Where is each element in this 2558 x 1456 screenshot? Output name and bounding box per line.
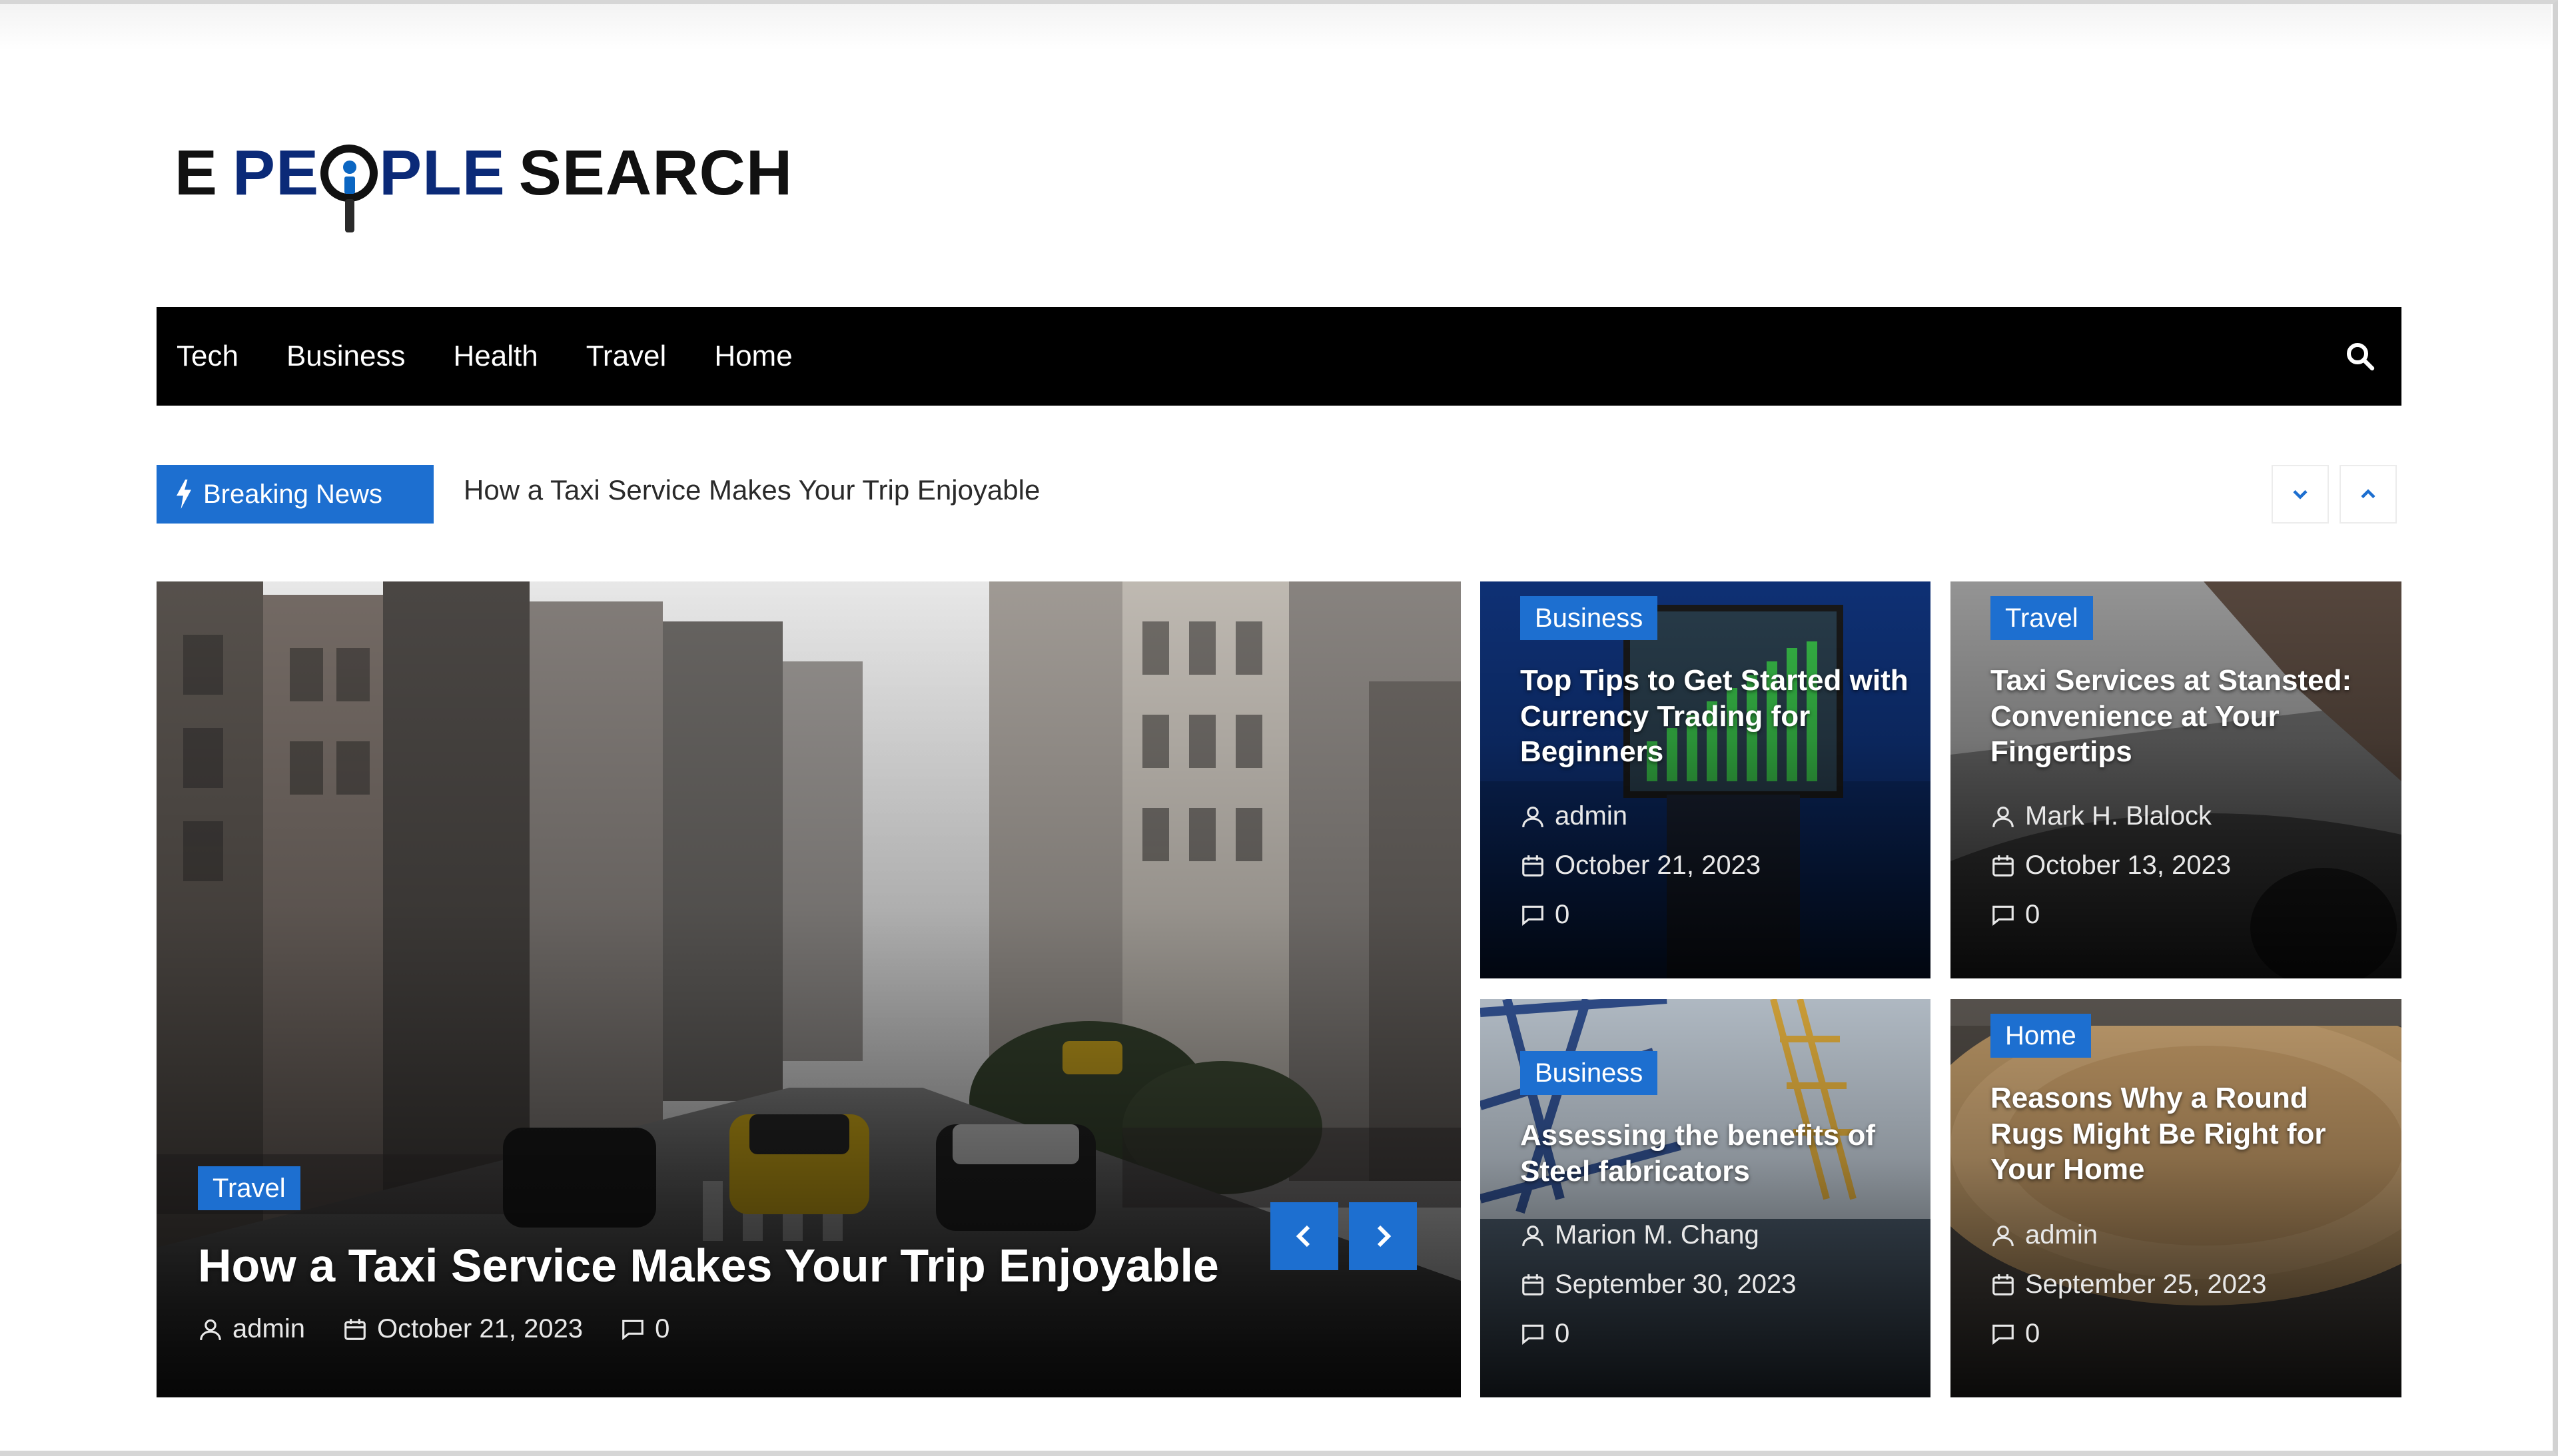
post-comments-row: 0: [1990, 1319, 2040, 1349]
post-date-row: October 13, 2023: [1990, 851, 2231, 881]
calendar-icon: [1992, 855, 2014, 877]
ticker-down-button[interactable]: [2272, 465, 2329, 524]
comment-icon: [1992, 1324, 2014, 1345]
magnifier-person-icon: [320, 145, 378, 232]
nav-item-travel[interactable]: Travel: [586, 340, 667, 373]
post-comments-row: 0: [1520, 1319, 1569, 1349]
post-author-row: Mark H. Blalock: [1990, 801, 2212, 831]
category-badge[interactable]: Business: [1520, 596, 1658, 640]
post-comments-row: 0: [1990, 900, 2040, 930]
logo-text-e: E: [175, 137, 218, 208]
comment-icon: [1522, 905, 1543, 926]
nav-item-tech[interactable]: Tech: [177, 340, 238, 373]
user-icon: [1522, 1225, 1543, 1246]
post-date[interactable]: September 30, 2023: [1555, 1270, 1796, 1299]
logo-text-people: PE PLE: [232, 137, 506, 232]
post-card[interactable]: Travel Taxi Services at Stansted: Conven…: [1950, 581, 2401, 978]
comment-icon: [1522, 1324, 1543, 1345]
post-author[interactable]: admin: [1555, 801, 1627, 831]
post-comments-row: 0: [1520, 900, 1569, 930]
post-date[interactable]: October 21, 2023: [1555, 851, 1761, 881]
user-icon: [1522, 806, 1543, 827]
top-shade: [0, 4, 2551, 51]
category-badge[interactable]: Home: [1990, 1014, 2091, 1058]
post-card[interactable]: Business Assessing the benefits of Steel…: [1480, 999, 1930, 1397]
post-title[interactable]: Taxi Services at Stansted: Convenience a…: [1990, 663, 2390, 770]
nav-item-business[interactable]: Business: [286, 340, 406, 373]
main-nav: Tech Business Health Travel Home: [157, 307, 2401, 406]
featured-post-title[interactable]: How a Taxi Service Makes Your Trip Enjoy…: [198, 1238, 1397, 1294]
breaking-news-headline[interactable]: How a Taxi Service Makes Your Trip Enjoy…: [464, 474, 1040, 506]
post-date[interactable]: October 21, 2023: [377, 1314, 583, 1344]
comment-icon: [1992, 905, 2014, 926]
featured-post-card[interactable]: Travel How a Taxi Service Makes Your Tri…: [157, 581, 1461, 1397]
post-author-row: admin: [1520, 801, 1627, 831]
featured-post-meta: admin October 21, 2023 0: [198, 1314, 669, 1344]
post-author[interactable]: admin: [232, 1314, 305, 1344]
post-author[interactable]: Marion M. Chang: [1555, 1220, 1759, 1250]
nav-item-home[interactable]: Home: [714, 340, 792, 373]
post-comments[interactable]: 0: [1555, 1319, 1569, 1349]
post-date-row: September 30, 2023: [1520, 1270, 1796, 1299]
post-date[interactable]: October 13, 2023: [2025, 851, 2231, 881]
post-card[interactable]: Business Top Tips to Get Started with Cu…: [1480, 581, 1930, 978]
post-title[interactable]: Assessing the benefits of Steel fabricat…: [1520, 1118, 1913, 1189]
user-icon: [1992, 806, 2014, 827]
post-date-row: September 25, 2023: [1990, 1270, 2266, 1299]
post-comments[interactable]: 0: [1555, 900, 1569, 930]
post-date[interactable]: September 25, 2023: [2025, 1270, 2266, 1299]
category-badge[interactable]: Business: [1520, 1051, 1658, 1095]
logo-text-pe: PE: [232, 137, 320, 208]
user-icon: [1992, 1225, 2014, 1246]
post-comments[interactable]: 0: [655, 1314, 669, 1344]
logo-text-ple: PLE: [379, 137, 506, 208]
category-badge[interactable]: Travel: [1990, 596, 2093, 640]
lightning-icon: [177, 480, 191, 509]
calendar-icon: [1522, 1274, 1543, 1295]
post-author-row: admin: [1990, 1220, 2098, 1250]
post-author-row: Marion M. Chang: [1520, 1220, 1759, 1250]
post-author[interactable]: Mark H. Blalock: [2025, 801, 2212, 831]
post-card[interactable]: Home Reasons Why a Round Rugs Might Be R…: [1950, 999, 2401, 1397]
calendar-icon: [344, 1318, 366, 1340]
post-title[interactable]: Reasons Why a Round Rugs Might Be Right …: [1990, 1080, 2383, 1188]
user-icon: [200, 1319, 221, 1340]
calendar-icon: [1992, 1274, 2014, 1295]
post-date-row: October 21, 2023: [1520, 851, 1761, 881]
post-author[interactable]: admin: [2025, 1220, 2098, 1250]
chevron-up-icon: [2361, 489, 2375, 499]
search-icon[interactable]: [2344, 340, 2376, 372]
ticker-up-button[interactable]: [2340, 465, 2397, 524]
comment-icon: [622, 1319, 643, 1340]
logo-text-search: SEARCH: [518, 137, 793, 208]
post-comments[interactable]: 0: [2025, 900, 2040, 930]
post-title[interactable]: Top Tips to Get Started with Currency Tr…: [1520, 663, 1913, 770]
chevron-down-icon: [2293, 490, 2308, 500]
nav-item-health[interactable]: Health: [454, 340, 538, 373]
breaking-news-label: Breaking News: [203, 479, 383, 509]
site-logo[interactable]: E PE PLE SEARCH: [175, 123, 793, 232]
breaking-news-badge: Breaking News: [157, 465, 434, 524]
post-comments[interactable]: 0: [2025, 1319, 2040, 1349]
category-badge[interactable]: Travel: [198, 1166, 300, 1210]
calendar-icon: [1522, 855, 1543, 877]
